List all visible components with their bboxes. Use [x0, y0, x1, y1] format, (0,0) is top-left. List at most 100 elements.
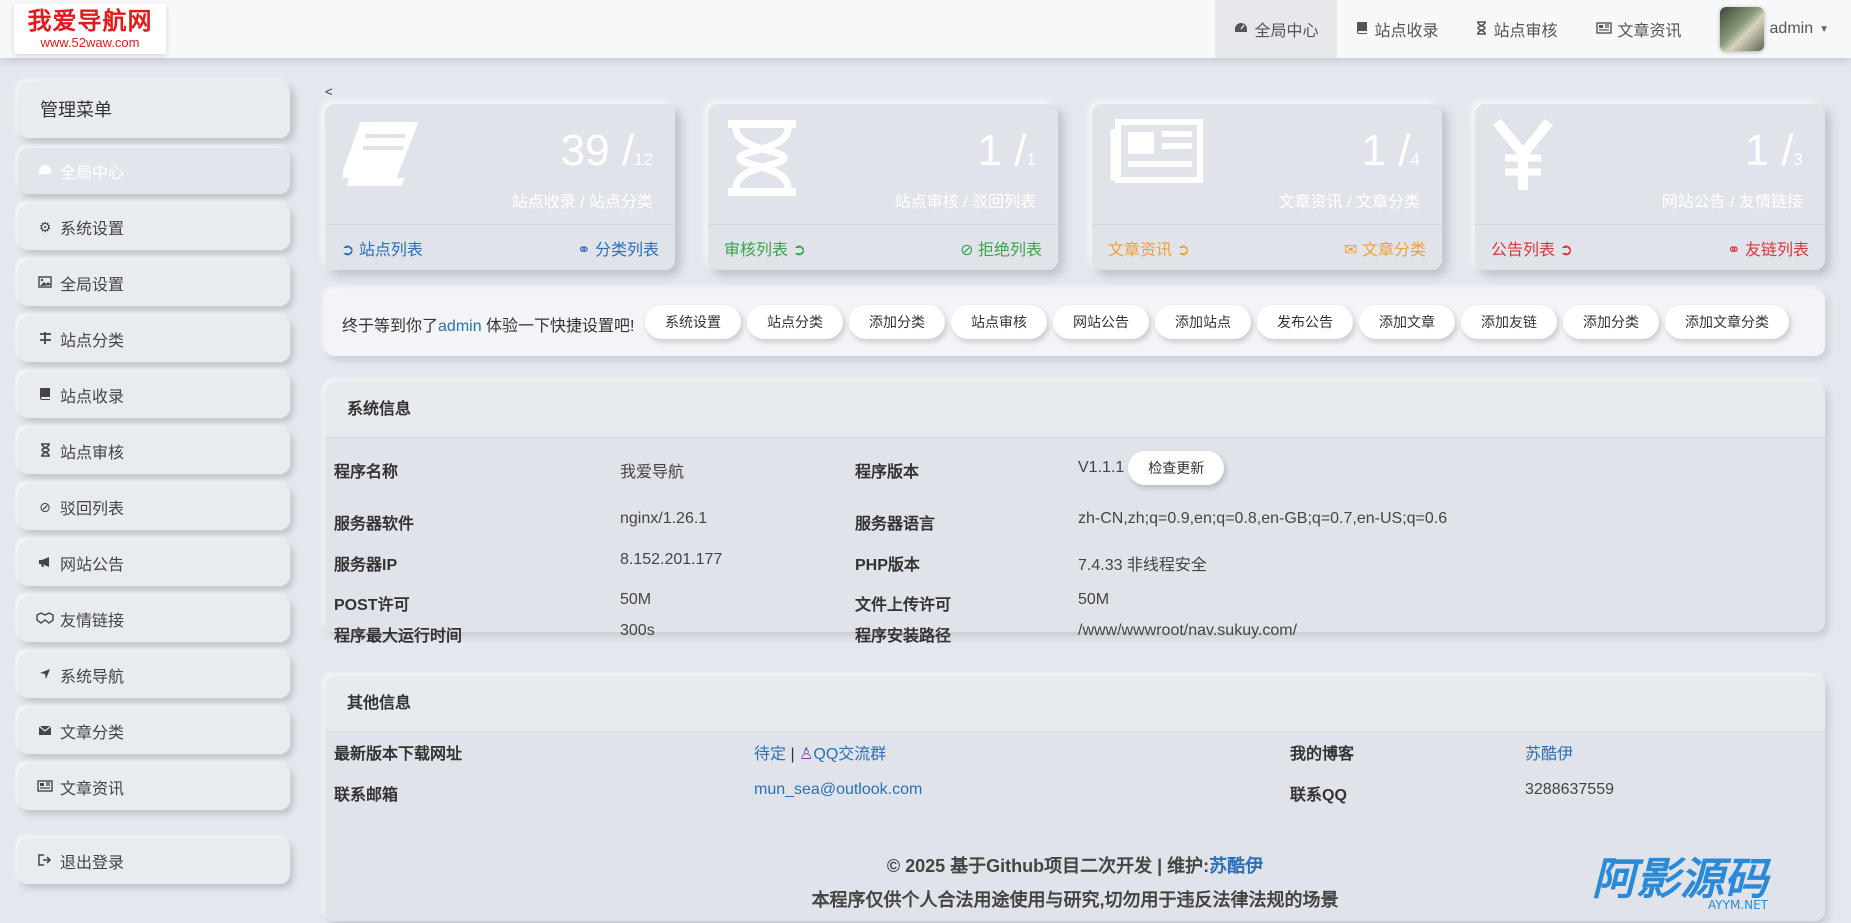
card-right-link[interactable]: ✉ 文章分类 — [1344, 236, 1426, 260]
arrow-circle-right-icon: ➲ — [792, 241, 806, 259]
logout-label: 退出登录 — [60, 855, 125, 872]
sidebar-item-label: 文章资讯 — [60, 781, 125, 798]
sidebar-item-announcements[interactable]: 网站公告 — [18, 540, 290, 586]
envelope-icon: ✉ — [1344, 241, 1358, 259]
newspaper-icon — [1595, 21, 1612, 37]
card-left-link[interactable]: 审核列表 ➲ — [724, 236, 806, 260]
card-right-link-label: 文章分类 — [1361, 241, 1426, 259]
arrow-circle-right-icon: ➲ — [1176, 241, 1190, 259]
card-left-link[interactable]: 文章资讯 ➲ — [1108, 236, 1190, 260]
card-caption: 站点审核 / 驳回列表 — [894, 194, 1036, 211]
arrow-circle-right-icon: ➲ — [1559, 241, 1573, 259]
quick-button-site-review[interactable]: 站点审核 — [951, 305, 1047, 339]
qq-group-link[interactable]: ♙QQ交流群 — [799, 746, 886, 763]
quick-button-add-category[interactable]: 添加分类 — [849, 305, 945, 339]
card-count-sub: 4 — [1410, 150, 1420, 169]
book-icon — [1356, 21, 1368, 37]
stat-card-review: 1 /1 站点审核 / 驳回列表 审核列表 ➲ ⊘ 拒绝列表 — [708, 104, 1058, 270]
card-count-sep: / — [1386, 126, 1411, 175]
quick-button-add-category-2[interactable]: 添加分类 — [1563, 305, 1659, 339]
download-link[interactable]: 待定 — [754, 746, 786, 763]
card-right-link[interactable]: ⊘ 拒绝列表 — [960, 236, 1042, 260]
greeting-post: 体验一下快捷设置吧! — [481, 318, 635, 335]
card-count-sep: / — [1769, 126, 1794, 175]
info-row: 服务器IP 8.152.201.177 PHP版本 7.4.33 非线程安全 — [325, 551, 1825, 574]
sidebar-item-label: 文章分类 — [60, 725, 125, 742]
topnav-label: 文章资讯 — [1617, 23, 1682, 40]
sidebar-item-label: 站点分类 — [60, 333, 125, 350]
info-label: 最新版本下载网址 — [334, 746, 463, 763]
quick-button-post-announcement[interactable]: 发布公告 — [1257, 305, 1353, 339]
sidebar-item-friend-links[interactable]: 友情链接 — [18, 596, 290, 642]
dashboard-icon — [1234, 21, 1248, 37]
card-top: 1 /1 站点审核 / 驳回列表 — [708, 104, 1058, 224]
card-left-link[interactable]: ➲ 站点列表 — [341, 236, 423, 260]
sidebar-item-article-categories[interactable]: 文章分类 — [18, 708, 290, 754]
quick-button-announcements[interactable]: 网站公告 — [1053, 305, 1149, 339]
quick-button-add-article-category[interactable]: 添加文章分类 — [1665, 305, 1789, 339]
sidebar-item-system-settings[interactable]: ⚙ 系统设置 — [18, 204, 290, 250]
quick-button-site-categories[interactable]: 站点分类 — [747, 305, 843, 339]
email-link[interactable]: mun_sea@outlook.com — [754, 781, 922, 799]
sidebar-title: 管理菜单 — [18, 82, 290, 138]
card-left-link[interactable]: 公告列表 ➲ — [1491, 236, 1573, 260]
watermark-logo: 阿影源码 AYYM.NET — [1590, 852, 1810, 912]
sidebar-item-dashboard[interactable]: 全局中心 — [18, 148, 290, 194]
card-count: 1 /3 — [1745, 126, 1803, 185]
topnav-dashboard[interactable]: 全局中心 — [1215, 0, 1338, 58]
back-arrow[interactable]: < — [325, 84, 333, 99]
logo-url: www.52waw.com — [40, 35, 140, 50]
card-caption: 站点收录 / 站点分类 — [511, 194, 653, 211]
sidebar-item-rejected[interactable]: ⊘ 驳回列表 — [18, 484, 290, 530]
newspaper-icon — [1110, 118, 1204, 189]
quick-button-add-site[interactable]: 添加站点 — [1155, 305, 1251, 339]
quick-button-add-friend-link[interactable]: 添加友链 — [1461, 305, 1557, 339]
handshake-icon: ⚭ — [1727, 241, 1741, 259]
info-label: 程序版本 — [855, 464, 920, 481]
location-arrow-icon — [36, 667, 54, 683]
logout-button[interactable]: 退出登录 — [18, 838, 290, 884]
greeting-user[interactable]: admin — [438, 318, 482, 335]
user-menu[interactable]: admin ▼ — [1701, 0, 1851, 58]
version-value: V1.1.1 — [1078, 459, 1125, 477]
sidebar-item-system-nav[interactable]: 系统导航 — [18, 652, 290, 698]
info-value: 7.4.33 非线程安全 — [1078, 557, 1207, 574]
quick-button-system-settings[interactable]: 系统设置 — [645, 305, 741, 339]
info-label: 我的博客 — [1290, 746, 1355, 763]
blog-link[interactable]: 苏酷伊 — [1525, 740, 1573, 764]
handshake-icon: ⚭ — [577, 241, 591, 259]
watermark-sub: AYYM.NET — [1708, 898, 1769, 912]
footer-author-link[interactable]: 苏酷伊 — [1209, 856, 1263, 876]
sidebar-item-global-settings[interactable]: 全局设置 — [18, 260, 290, 306]
sidebar-item-articles[interactable]: 文章资讯 — [18, 764, 290, 810]
card-right-link[interactable]: ⚭ 友链列表 — [1727, 236, 1809, 260]
card-links: 文章资讯 ➲ ✉ 文章分类 — [1092, 224, 1442, 270]
sidebar-item-site-categories[interactable]: 站点分类 — [18, 316, 290, 362]
card-count-sub: 1 — [1026, 150, 1036, 169]
sidebar-item-sites[interactable]: 站点收录 — [18, 372, 290, 418]
info-value: /www/wwwroot/nav.sukuy.com/ — [1078, 622, 1298, 639]
qq-value: 3288637559 — [1525, 781, 1614, 798]
topnav-label: 站点收录 — [1374, 23, 1439, 40]
check-update-button[interactable]: 检查更新 — [1128, 451, 1225, 485]
top-nav: 全局中心 站点收录 站点审核 文章资讯 admin ▼ — [1215, 0, 1851, 58]
card-caption: 文章资讯 / 文章分类 — [1278, 194, 1420, 211]
other-info-title: 其他信息 — [325, 676, 1825, 732]
sidebar-item-label: 友情链接 — [60, 613, 125, 630]
site-logo[interactable]: 我爱导航网 www.52waw.com — [14, 4, 166, 54]
separator: | — [786, 746, 800, 763]
card-left-link-label: 公告列表 — [1491, 241, 1556, 259]
quick-button-add-article[interactable]: 添加文章 — [1359, 305, 1455, 339]
info-label: 联系邮箱 — [334, 787, 399, 804]
info-value: nginx/1.26.1 — [620, 510, 708, 527]
info-row: 最新版本下载网址 待定 | ♙QQ交流群 我的博客 苏酷伊 — [325, 740, 1825, 763]
sidebar-item-label: 系统导航 — [60, 669, 125, 686]
logo-title: 我爱导航网 — [27, 7, 153, 35]
topnav-review[interactable]: 站点审核 — [1457, 0, 1576, 58]
card-right-link[interactable]: ⚭ 分类列表 — [577, 236, 659, 260]
card-right-link-label: 友链列表 — [1744, 241, 1809, 259]
sidebar-item-review[interactable]: 站点审核 — [18, 428, 290, 474]
topnav-articles[interactable]: 文章资讯 — [1577, 0, 1701, 58]
topnav-sites[interactable]: 站点收录 — [1337, 0, 1457, 58]
card-count: 1 /4 — [1362, 126, 1420, 185]
